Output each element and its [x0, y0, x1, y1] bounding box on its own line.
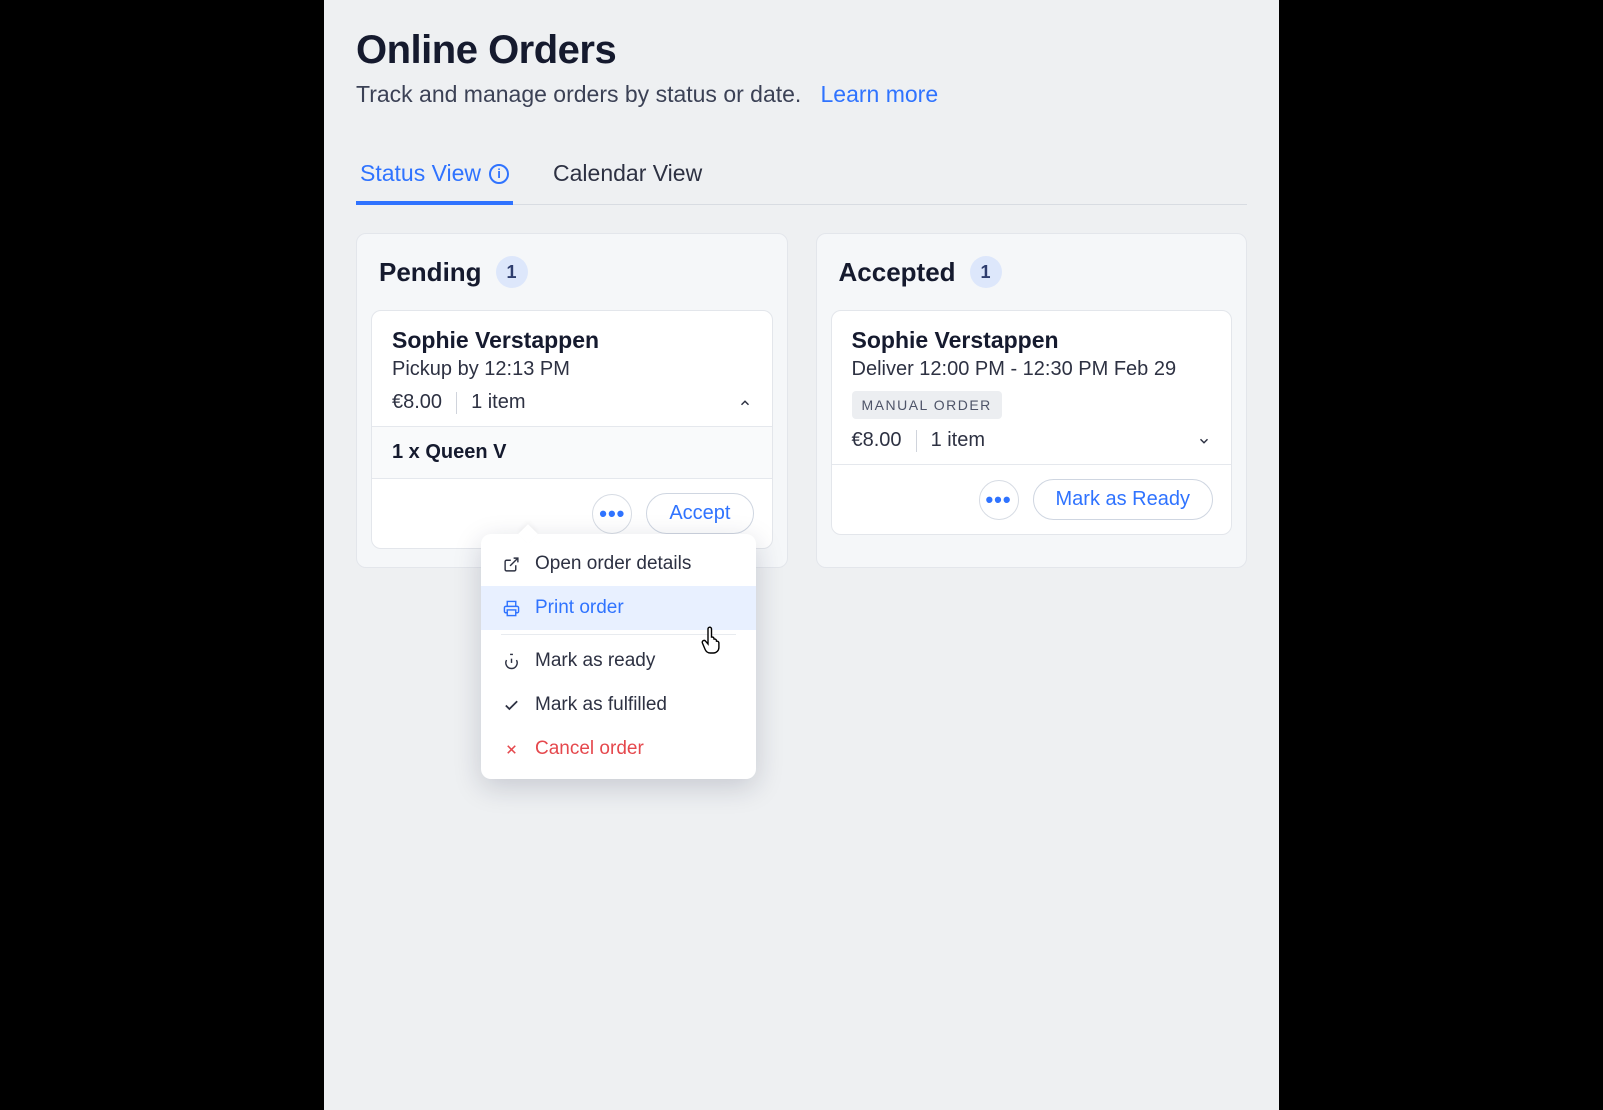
column-header-accepted: Accepted 1: [831, 252, 1233, 292]
external-link-icon: [501, 556, 521, 573]
fulfilment-line: Deliver 12:00 PM - 12:30 PM Feb 29: [852, 358, 1212, 381]
view-tabs: Status View i Calendar View: [356, 152, 1247, 205]
line-item-text: 1 x Queen V: [392, 441, 507, 463]
count-badge-pending: 1: [496, 256, 528, 288]
dd-cancel-order[interactable]: Cancel order: [481, 727, 756, 771]
card-top[interactable]: Sophie Verstappen Deliver 12:00 PM - 12:…: [832, 311, 1232, 464]
line-item-row: 1 x Queen V: [372, 426, 772, 478]
dd-mark-fulfilled-label: Mark as fulfilled: [535, 694, 667, 716]
fulfilment-line: Pickup by 12:13 PM: [392, 358, 752, 381]
card-actions: ••• Mark as Ready: [832, 464, 1232, 534]
chevron-down-icon[interactable]: [1197, 434, 1211, 448]
status-columns: Pending 1 Sophie Verstappen Pickup by 12…: [356, 233, 1247, 568]
column-pending: Pending 1 Sophie Verstappen Pickup by 12…: [356, 233, 788, 568]
orders-app: Online Orders Track and manage orders by…: [324, 0, 1279, 1110]
price-text: €8.00: [392, 391, 442, 414]
timer-icon: [501, 653, 521, 670]
dd-open-details-label: Open order details: [535, 553, 691, 575]
page-subtitle: Track and manage orders by status or dat…: [356, 81, 1247, 108]
meta-divider: [456, 392, 457, 414]
info-icon[interactable]: i: [489, 164, 509, 184]
column-accepted: Accepted 1 Sophie Verstappen Deliver 12:…: [816, 233, 1248, 568]
dd-mark-ready-label: Mark as ready: [535, 650, 655, 672]
tab-calendar-label: Calendar View: [553, 160, 702, 187]
items-text: 1 item: [471, 391, 525, 414]
subtitle-text: Track and manage orders by status or dat…: [356, 81, 801, 107]
check-icon: [501, 697, 521, 714]
meta-row: €8.00 1 item: [852, 429, 1212, 452]
customer-name: Sophie Verstappen: [852, 327, 1212, 354]
dd-mark-fulfilled[interactable]: Mark as fulfilled: [481, 683, 756, 727]
meta-row: €8.00 1 item: [392, 391, 752, 414]
card-top[interactable]: Sophie Verstappen Pickup by 12:13 PM €8.…: [372, 311, 772, 426]
mark-ready-button[interactable]: Mark as Ready: [1033, 479, 1214, 520]
meta-divider: [916, 430, 917, 452]
tab-status-label: Status View: [360, 160, 481, 187]
column-title-pending: Pending: [379, 257, 482, 288]
dd-mark-ready[interactable]: Mark as ready: [481, 639, 756, 683]
card-actions: ••• Accept Open order details: [372, 478, 772, 548]
more-actions-button[interactable]: •••: [592, 494, 632, 534]
order-card-accepted: Sophie Verstappen Deliver 12:00 PM - 12:…: [831, 310, 1233, 535]
page-title: Online Orders: [356, 28, 1247, 73]
learn-more-link[interactable]: Learn more: [821, 81, 939, 107]
dd-open-details[interactable]: Open order details: [481, 542, 756, 586]
price-text: €8.00: [852, 429, 902, 452]
items-text: 1 item: [931, 429, 985, 452]
dd-print-order[interactable]: Print order: [481, 586, 756, 630]
count-badge-accepted: 1: [970, 256, 1002, 288]
printer-icon: [501, 600, 521, 617]
manual-order-tag: MANUAL ORDER: [852, 391, 1002, 419]
close-icon: [501, 742, 521, 757]
chevron-up-icon[interactable]: [738, 396, 752, 410]
dropdown-separator: [501, 634, 736, 635]
actions-dropdown: Open order details Print order: [481, 534, 756, 779]
more-icon: •••: [985, 487, 1011, 513]
order-card-pending: Sophie Verstappen Pickup by 12:13 PM €8.…: [371, 310, 773, 549]
column-header-pending: Pending 1: [371, 252, 773, 292]
tab-calendar-view[interactable]: Calendar View: [549, 152, 706, 205]
dd-print-label: Print order: [535, 597, 624, 619]
customer-name: Sophie Verstappen: [392, 327, 752, 354]
more-icon: •••: [599, 501, 625, 527]
more-actions-button[interactable]: •••: [979, 480, 1019, 520]
dd-cancel-label: Cancel order: [535, 738, 644, 760]
accept-button[interactable]: Accept: [646, 493, 753, 534]
column-title-accepted: Accepted: [839, 257, 956, 288]
tab-status-view[interactable]: Status View i: [356, 152, 513, 205]
